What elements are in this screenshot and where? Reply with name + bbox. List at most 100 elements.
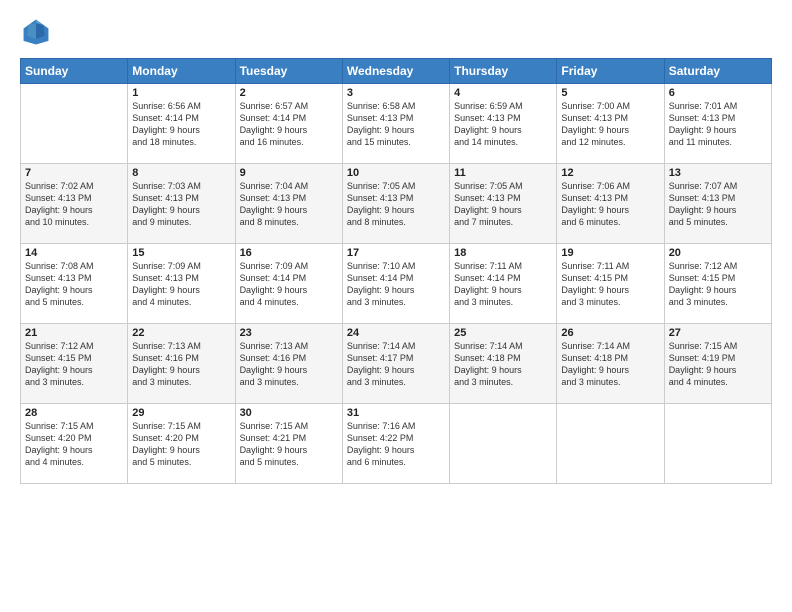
logo [20,16,56,48]
day-number: 7 [25,167,123,179]
calendar-cell: 30Sunrise: 7:15 AM Sunset: 4:21 PM Dayli… [235,404,342,484]
day-info: Sunrise: 7:04 AM Sunset: 4:13 PM Dayligh… [240,180,338,229]
calendar-cell: 23Sunrise: 7:13 AM Sunset: 4:16 PM Dayli… [235,324,342,404]
calendar-cell: 25Sunrise: 7:14 AM Sunset: 4:18 PM Dayli… [450,324,557,404]
calendar-cell: 26Sunrise: 7:14 AM Sunset: 4:18 PM Dayli… [557,324,664,404]
day-number: 11 [454,167,552,179]
calendar-cell: 21Sunrise: 7:12 AM Sunset: 4:15 PM Dayli… [21,324,128,404]
calendar-cell [664,404,771,484]
day-info: Sunrise: 7:14 AM Sunset: 4:18 PM Dayligh… [454,340,552,389]
header [20,16,772,48]
calendar-cell: 11Sunrise: 7:05 AM Sunset: 4:13 PM Dayli… [450,164,557,244]
day-info: Sunrise: 7:12 AM Sunset: 4:15 PM Dayligh… [25,340,123,389]
day-number: 3 [347,87,445,99]
day-number: 24 [347,327,445,339]
calendar-cell: 3Sunrise: 6:58 AM Sunset: 4:13 PM Daylig… [342,84,449,164]
calendar-cell: 20Sunrise: 7:12 AM Sunset: 4:15 PM Dayli… [664,244,771,324]
day-number: 12 [561,167,659,179]
calendar-cell: 16Sunrise: 7:09 AM Sunset: 4:14 PM Dayli… [235,244,342,324]
calendar-cell: 15Sunrise: 7:09 AM Sunset: 4:13 PM Dayli… [128,244,235,324]
day-info: Sunrise: 7:14 AM Sunset: 4:17 PM Dayligh… [347,340,445,389]
day-info: Sunrise: 7:15 AM Sunset: 4:20 PM Dayligh… [132,420,230,469]
calendar-cell: 6Sunrise: 7:01 AM Sunset: 4:13 PM Daylig… [664,84,771,164]
day-info: Sunrise: 7:15 AM Sunset: 4:19 PM Dayligh… [669,340,767,389]
day-number: 18 [454,247,552,259]
day-info: Sunrise: 7:11 AM Sunset: 4:14 PM Dayligh… [454,260,552,309]
calendar-header-row: SundayMondayTuesdayWednesdayThursdayFrid… [21,59,772,84]
calendar-day-header: Saturday [664,59,771,84]
day-number: 28 [25,407,123,419]
calendar-cell: 19Sunrise: 7:11 AM Sunset: 4:15 PM Dayli… [557,244,664,324]
calendar-week-row: 1Sunrise: 6:56 AM Sunset: 4:14 PM Daylig… [21,84,772,164]
day-info: Sunrise: 7:09 AM Sunset: 4:14 PM Dayligh… [240,260,338,309]
logo-icon [20,16,52,48]
calendar-cell: 7Sunrise: 7:02 AM Sunset: 4:13 PM Daylig… [21,164,128,244]
day-number: 6 [669,87,767,99]
day-info: Sunrise: 7:08 AM Sunset: 4:13 PM Dayligh… [25,260,123,309]
day-number: 20 [669,247,767,259]
day-number: 31 [347,407,445,419]
calendar-cell: 5Sunrise: 7:00 AM Sunset: 4:13 PM Daylig… [557,84,664,164]
day-info: Sunrise: 7:15 AM Sunset: 4:20 PM Dayligh… [25,420,123,469]
calendar-week-row: 28Sunrise: 7:15 AM Sunset: 4:20 PM Dayli… [21,404,772,484]
calendar-day-header: Tuesday [235,59,342,84]
calendar-cell: 18Sunrise: 7:11 AM Sunset: 4:14 PM Dayli… [450,244,557,324]
day-info: Sunrise: 7:01 AM Sunset: 4:13 PM Dayligh… [669,100,767,149]
calendar-cell: 4Sunrise: 6:59 AM Sunset: 4:13 PM Daylig… [450,84,557,164]
day-info: Sunrise: 7:13 AM Sunset: 4:16 PM Dayligh… [132,340,230,389]
calendar-week-row: 14Sunrise: 7:08 AM Sunset: 4:13 PM Dayli… [21,244,772,324]
calendar-cell: 27Sunrise: 7:15 AM Sunset: 4:19 PM Dayli… [664,324,771,404]
day-info: Sunrise: 7:10 AM Sunset: 4:14 PM Dayligh… [347,260,445,309]
calendar-cell: 1Sunrise: 6:56 AM Sunset: 4:14 PM Daylig… [128,84,235,164]
day-info: Sunrise: 7:16 AM Sunset: 4:22 PM Dayligh… [347,420,445,469]
calendar-cell: 17Sunrise: 7:10 AM Sunset: 4:14 PM Dayli… [342,244,449,324]
calendar-cell: 28Sunrise: 7:15 AM Sunset: 4:20 PM Dayli… [21,404,128,484]
day-info: Sunrise: 7:06 AM Sunset: 4:13 PM Dayligh… [561,180,659,229]
day-info: Sunrise: 6:57 AM Sunset: 4:14 PM Dayligh… [240,100,338,149]
calendar-cell: 2Sunrise: 6:57 AM Sunset: 4:14 PM Daylig… [235,84,342,164]
day-number: 13 [669,167,767,179]
page: SundayMondayTuesdayWednesdayThursdayFrid… [0,0,792,612]
day-info: Sunrise: 7:02 AM Sunset: 4:13 PM Dayligh… [25,180,123,229]
calendar-cell [21,84,128,164]
day-number: 4 [454,87,552,99]
day-number: 23 [240,327,338,339]
calendar-cell [557,404,664,484]
day-number: 19 [561,247,659,259]
day-info: Sunrise: 7:13 AM Sunset: 4:16 PM Dayligh… [240,340,338,389]
day-info: Sunrise: 6:59 AM Sunset: 4:13 PM Dayligh… [454,100,552,149]
calendar-day-header: Sunday [21,59,128,84]
calendar-cell [450,404,557,484]
calendar-cell: 9Sunrise: 7:04 AM Sunset: 4:13 PM Daylig… [235,164,342,244]
day-info: Sunrise: 6:56 AM Sunset: 4:14 PM Dayligh… [132,100,230,149]
day-info: Sunrise: 7:14 AM Sunset: 4:18 PM Dayligh… [561,340,659,389]
day-number: 21 [25,327,123,339]
day-number: 10 [347,167,445,179]
day-number: 14 [25,247,123,259]
calendar-cell: 12Sunrise: 7:06 AM Sunset: 4:13 PM Dayli… [557,164,664,244]
day-info: Sunrise: 7:15 AM Sunset: 4:21 PM Dayligh… [240,420,338,469]
calendar-cell: 13Sunrise: 7:07 AM Sunset: 4:13 PM Dayli… [664,164,771,244]
calendar-cell: 10Sunrise: 7:05 AM Sunset: 4:13 PM Dayli… [342,164,449,244]
day-number: 22 [132,327,230,339]
day-info: Sunrise: 7:05 AM Sunset: 4:13 PM Dayligh… [347,180,445,229]
day-info: Sunrise: 7:12 AM Sunset: 4:15 PM Dayligh… [669,260,767,309]
day-number: 27 [669,327,767,339]
day-info: Sunrise: 7:05 AM Sunset: 4:13 PM Dayligh… [454,180,552,229]
day-number: 25 [454,327,552,339]
calendar-cell: 31Sunrise: 7:16 AM Sunset: 4:22 PM Dayli… [342,404,449,484]
calendar-week-row: 21Sunrise: 7:12 AM Sunset: 4:15 PM Dayli… [21,324,772,404]
day-number: 9 [240,167,338,179]
calendar-table: SundayMondayTuesdayWednesdayThursdayFrid… [20,58,772,484]
calendar-cell: 8Sunrise: 7:03 AM Sunset: 4:13 PM Daylig… [128,164,235,244]
day-info: Sunrise: 7:11 AM Sunset: 4:15 PM Dayligh… [561,260,659,309]
day-info: Sunrise: 7:00 AM Sunset: 4:13 PM Dayligh… [561,100,659,149]
calendar-cell: 29Sunrise: 7:15 AM Sunset: 4:20 PM Dayli… [128,404,235,484]
day-number: 17 [347,247,445,259]
day-number: 15 [132,247,230,259]
day-info: Sunrise: 7:03 AM Sunset: 4:13 PM Dayligh… [132,180,230,229]
calendar-day-header: Thursday [450,59,557,84]
day-number: 2 [240,87,338,99]
day-number: 8 [132,167,230,179]
day-info: Sunrise: 7:09 AM Sunset: 4:13 PM Dayligh… [132,260,230,309]
